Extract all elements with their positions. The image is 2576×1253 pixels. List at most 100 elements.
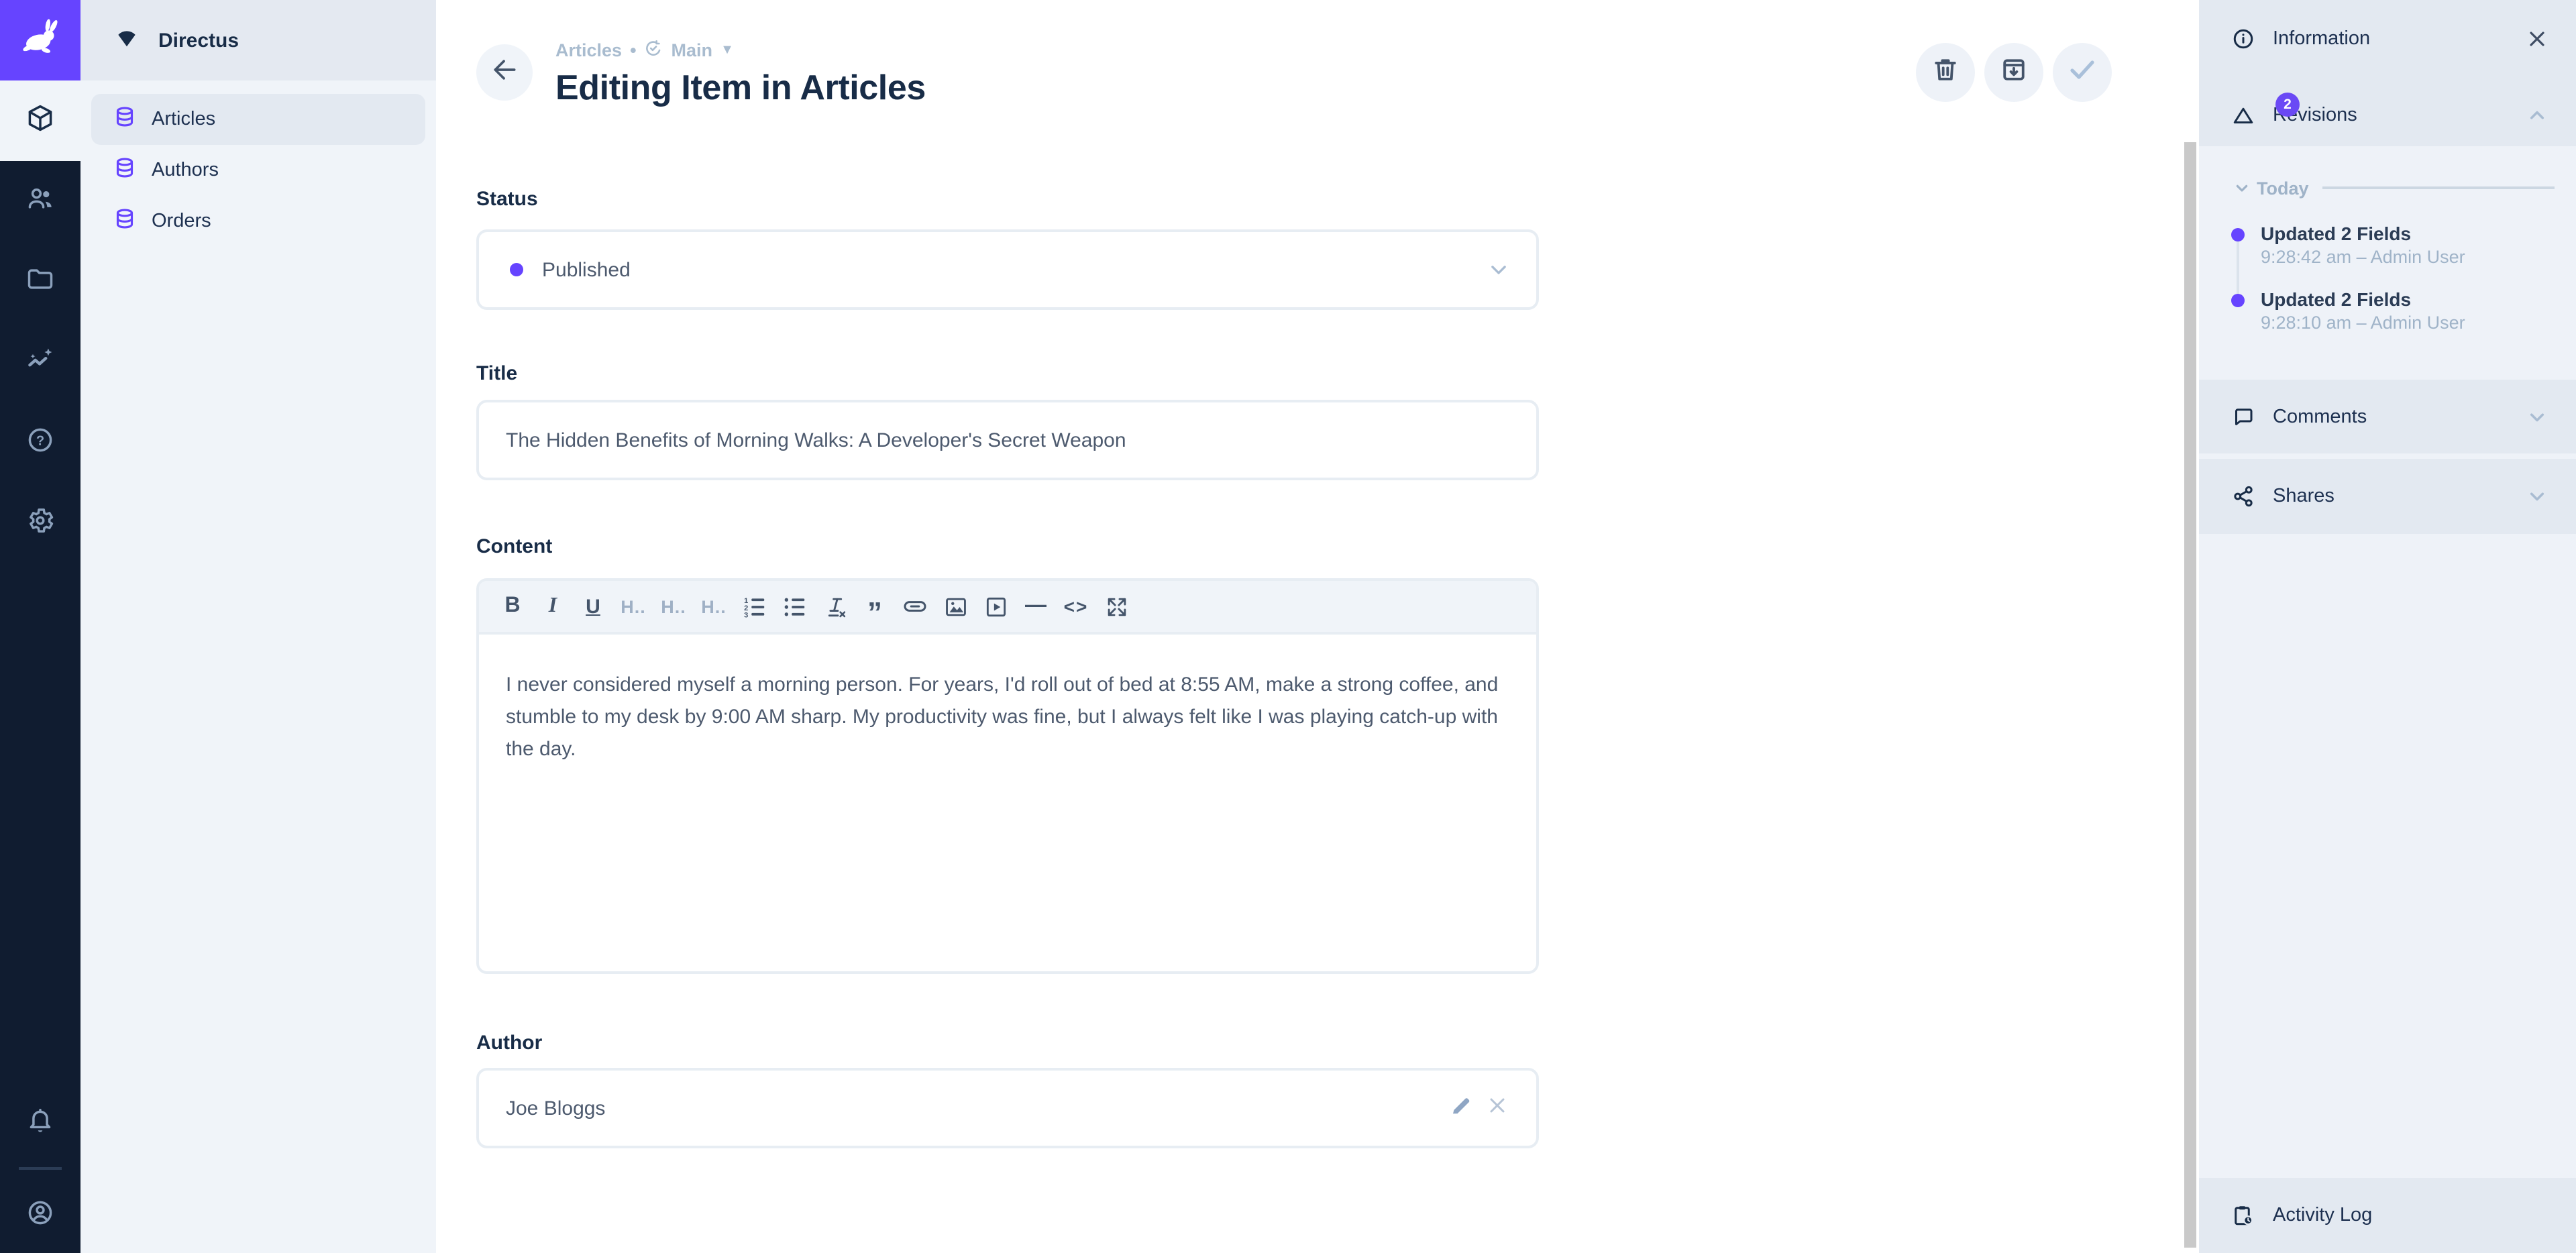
header-actions — [1916, 43, 2112, 102]
module-file-library[interactable] — [0, 241, 80, 322]
media-icon[interactable] — [975, 580, 1016, 633]
people-icon — [25, 183, 55, 219]
gear-icon — [25, 505, 55, 541]
underline-icon[interactable]: U — [573, 580, 613, 633]
heading1-icon[interactable]: H.. — [613, 580, 653, 633]
status-select[interactable]: Published — [476, 229, 1539, 310]
module-help[interactable]: ? — [0, 402, 80, 483]
edit-pencil-icon[interactable] — [1449, 1093, 1473, 1124]
archive-button[interactable] — [1984, 43, 2043, 102]
arrow-left-icon — [490, 54, 519, 91]
editor-toolbar: B I U H.. H.. H.. 1 2 3 — [479, 581, 1536, 635]
deselect-x-icon[interactable] — [1485, 1093, 1509, 1124]
navigation-sidebar: Directus Articles Aut — [80, 0, 436, 1253]
bullet-list-icon[interactable] — [774, 580, 814, 633]
breadcrumb-collection[interactable]: Articles — [555, 40, 622, 62]
nav-item-label: Orders — [152, 211, 211, 232]
revisions-list: Updated 2 Fields 9:28:42 am – Admin User… — [2231, 221, 2555, 335]
module-bar-bottom — [0, 1089, 80, 1253]
page-header: Articles • Main ▼ Editing Item in Articl… — [555, 39, 926, 109]
blockquote-icon[interactable]: ” — [855, 580, 895, 633]
sidebar-section-information[interactable]: Information — [2199, 9, 2576, 68]
database-icon — [113, 104, 137, 135]
module-content[interactable] — [0, 80, 80, 161]
archive-icon — [1999, 54, 2029, 91]
editor-content[interactable]: I never considered myself a morning pers… — [479, 635, 1536, 766]
help-icon: ? — [25, 425, 55, 461]
module-user-directory[interactable] — [0, 161, 80, 241]
main-content: Articles • Main ▼ Editing Item in Articl… — [436, 0, 2199, 1253]
horizontal-rule-icon[interactable]: — — [1016, 580, 1056, 633]
sidebar-section-activity-log[interactable]: Activity Log — [2199, 1178, 2576, 1253]
chevron-down-icon[interactable] — [1485, 256, 1512, 283]
comment-icon — [2231, 404, 2255, 429]
code-icon[interactable]: <> — [1056, 580, 1096, 633]
breadcrumb[interactable]: Articles • Main ▼ — [555, 39, 926, 63]
revisions-group-label: Today — [2257, 178, 2309, 198]
revisions-group-today[interactable]: Today — [2231, 170, 2555, 205]
project-header[interactable]: Directus — [80, 0, 436, 80]
clear-format-icon[interactable] — [814, 580, 855, 633]
info-icon — [2231, 27, 2255, 51]
main-scrollbar[interactable] — [2184, 142, 2196, 1248]
status-label: Status — [476, 188, 538, 211]
app-window: ? — [0, 0, 2576, 1253]
sidebar-section-revisions[interactable]: 2 Revisions — [2199, 85, 2576, 146]
page-title: Editing Item in Articles — [555, 67, 926, 109]
revision-meta: 9:28:42 am – Admin User — [2261, 246, 2555, 270]
heading3-icon[interactable]: H.. — [694, 580, 734, 633]
close-icon[interactable] — [2525, 27, 2549, 51]
notifications-button[interactable] — [0, 1089, 80, 1159]
nav-item-articles[interactable]: Articles — [91, 94, 425, 145]
account-button[interactable] — [0, 1178, 80, 1253]
sidebar-header-block: Information 2 Revisions — [2199, 0, 2576, 146]
chevron-down-icon — [2231, 177, 2253, 199]
status-value: Published — [542, 258, 631, 281]
chevron-down-icon[interactable] — [2525, 404, 2549, 429]
project-name: Directus — [158, 29, 239, 52]
title-value: The Hidden Benefits of Morning Walks: A … — [506, 429, 1126, 451]
module-bar-divider — [19, 1167, 62, 1170]
author-field-actions — [1449, 1093, 1509, 1124]
delete-button[interactable] — [1916, 43, 1975, 102]
share-icon — [2231, 484, 2255, 508]
author-value: Joe Bloggs — [506, 1097, 605, 1120]
version-caret-icon: ▼ — [720, 40, 734, 62]
image-icon[interactable] — [935, 580, 975, 633]
fullscreen-icon[interactable] — [1096, 580, 1136, 633]
module-settings[interactable] — [0, 483, 80, 563]
italic-icon[interactable]: I — [533, 580, 573, 633]
svg-text:3: 3 — [743, 611, 747, 619]
sidebar-section-comments[interactable]: Comments — [2199, 380, 2576, 453]
database-icon — [113, 206, 137, 237]
revisions-panel: Today Updated 2 Fields 9:28:42 am – Admi… — [2199, 146, 2576, 373]
link-icon[interactable] — [895, 580, 935, 633]
directus-logo[interactable] — [0, 0, 80, 80]
revision-title: Updated 2 Fields — [2261, 221, 2555, 246]
revision-entry[interactable]: Updated 2 Fields 9:28:42 am – Admin User — [2231, 221, 2555, 270]
revision-dot — [2231, 294, 2245, 307]
revision-entry[interactable]: Updated 2 Fields 9:28:10 am – Admin User — [2231, 287, 2555, 335]
chevron-up-icon[interactable] — [2525, 103, 2549, 127]
status-dot — [510, 263, 523, 276]
nav-item-authors[interactable]: Authors — [91, 145, 425, 196]
nav-item-label: Articles — [152, 109, 215, 130]
breadcrumb-version[interactable]: Main — [672, 40, 713, 62]
save-button[interactable] — [2053, 43, 2112, 102]
bold-icon[interactable]: B — [492, 580, 533, 633]
title-input[interactable]: The Hidden Benefits of Morning Walks: A … — [476, 400, 1539, 480]
info-sidebar: Information 2 Revisions Today — [2199, 0, 2576, 1253]
content-label: Content — [476, 535, 552, 558]
nav-item-orders[interactable]: Orders — [91, 196, 425, 247]
wysiwyg-editor: B I U H.. H.. H.. 1 2 3 — [476, 578, 1539, 974]
chevron-down-icon[interactable] — [2525, 484, 2549, 508]
module-insights[interactable] — [0, 322, 80, 402]
account-circle-icon — [25, 1197, 55, 1234]
back-button[interactable] — [476, 44, 533, 101]
ordered-list-icon[interactable]: 1 2 3 — [734, 580, 774, 633]
heading2-icon[interactable]: H.. — [653, 580, 694, 633]
author-field[interactable]: Joe Bloggs — [476, 1068, 1539, 1148]
sidebar-section-shares[interactable]: Shares — [2199, 459, 2576, 534]
group-divider — [2322, 186, 2555, 189]
revision-meta: 9:28:10 am – Admin User — [2261, 311, 2555, 335]
